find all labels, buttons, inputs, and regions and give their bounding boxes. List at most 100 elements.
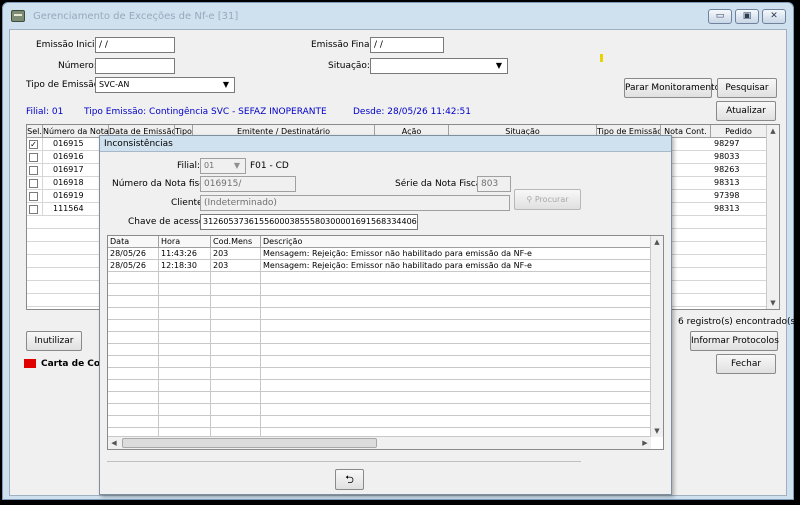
empty-cell bbox=[108, 284, 159, 296]
row-checkbox-cell[interactable]: ✓ bbox=[27, 138, 43, 151]
row-pedido: 98033 bbox=[711, 151, 767, 164]
row-checkbox[interactable]: ✓ bbox=[29, 140, 38, 149]
window-title: Gerenciamento de Exceções de Nf-e [31] bbox=[33, 11, 239, 22]
list-item[interactable]: 28/05/26 11:43:26 203 Mensagem: Rejeição… bbox=[108, 248, 651, 260]
procurar-button[interactable]: ⚲ Procurar bbox=[514, 189, 581, 210]
list-item bbox=[108, 368, 651, 380]
list-item bbox=[108, 284, 651, 296]
informar-protocolos-button[interactable]: Informar Protocolos bbox=[690, 331, 779, 351]
empty-cell bbox=[211, 404, 261, 416]
empty-cell bbox=[211, 344, 261, 356]
tipo-emissao-label: Tipo de Emissão: bbox=[26, 80, 103, 90]
empty-cell bbox=[159, 272, 211, 284]
row-pedido: 97398 bbox=[711, 190, 767, 203]
dialog-serie-field[interactable]: 803 bbox=[477, 176, 511, 192]
tipo-emissao-select[interactable]: SVC-AN ▼ bbox=[95, 77, 235, 93]
list-item[interactable]: 28/05/26 12:18:30 203 Mensagem: Rejeição… bbox=[108, 260, 651, 272]
parar-monitoramento-button[interactable]: Parar Monitoramento bbox=[624, 78, 720, 98]
numero-field[interactable] bbox=[95, 58, 175, 74]
col-descricao[interactable]: Descrição bbox=[261, 236, 651, 248]
row-checkbox[interactable] bbox=[29, 166, 38, 175]
empty-cell bbox=[159, 320, 211, 332]
empty-cell bbox=[108, 344, 159, 356]
scroll-down-icon[interactable]: ▼ bbox=[767, 297, 779, 309]
scroll-down-icon[interactable]: ▼ bbox=[651, 425, 663, 437]
empty-cell bbox=[159, 368, 211, 380]
desde-info: Desde: 28/05/26 11:42:51 bbox=[353, 107, 472, 117]
chevron-down-icon[interactable]: ▼ bbox=[493, 61, 505, 71]
row-checkbox-cell[interactable] bbox=[27, 203, 43, 216]
dialog-chave-field[interactable]: 3126053736155600038555803000016915683344… bbox=[200, 214, 418, 230]
chevron-down-icon[interactable]: ▼ bbox=[231, 161, 243, 171]
inconsistencias-grid[interactable]: Data Hora Cod.Mens Descrição 28/05/26 11… bbox=[107, 235, 664, 450]
empty-cell bbox=[159, 380, 211, 392]
row-checkbox[interactable] bbox=[29, 153, 38, 162]
emissao-inicial-field[interactable]: / / bbox=[95, 37, 175, 53]
scroll-up-icon[interactable]: ▲ bbox=[767, 125, 779, 137]
grid-scrollbar[interactable]: ▲ ▼ bbox=[766, 125, 779, 309]
empty-cell bbox=[108, 320, 159, 332]
title-bar: Gerenciamento de Exceções de Nf-e [31] ▭… bbox=[3, 3, 793, 29]
empty-cell bbox=[211, 320, 261, 332]
return-icon: ⮌ bbox=[345, 473, 354, 486]
situacao-select[interactable]: ▼ bbox=[370, 58, 508, 74]
row-pedido: 98313 bbox=[711, 177, 767, 190]
inconsistencias-header: Data Hora Cod.Mens Descrição bbox=[108, 236, 651, 248]
row-checkbox-cell[interactable] bbox=[27, 190, 43, 203]
back-button[interactable]: ⮌ bbox=[335, 469, 364, 490]
scroll-left-icon[interactable]: ◀ bbox=[108, 437, 120, 449]
row-hora: 11:43:26 bbox=[159, 248, 211, 260]
empty-cell bbox=[108, 308, 159, 320]
numero-label: Número: bbox=[58, 61, 97, 71]
filial-info: Filial: 01 bbox=[26, 107, 64, 117]
empty-cell bbox=[159, 416, 211, 428]
col-data[interactable]: Data bbox=[108, 236, 159, 248]
row-data: 28/05/26 bbox=[108, 260, 159, 272]
dialog-cliente-field[interactable]: (Indeterminado) bbox=[200, 195, 510, 211]
col-cod-mens[interactable]: Cod.Mens bbox=[211, 236, 261, 248]
inconsistencias-dialog: Inconsistências Filial: 01 ▼ F01 - CD Nú… bbox=[99, 135, 672, 495]
scroll-up-icon[interactable]: ▲ bbox=[651, 236, 663, 248]
empty-cell bbox=[108, 332, 159, 344]
col-sel[interactable]: Sel. bbox=[27, 125, 43, 138]
row-pedido: 98297 bbox=[711, 138, 767, 151]
empty-cell bbox=[159, 296, 211, 308]
empty-cell bbox=[108, 296, 159, 308]
empty-cell bbox=[211, 356, 261, 368]
inconsistencias-vscrollbar[interactable]: ▲ ▼ bbox=[650, 236, 663, 437]
row-checkbox[interactable] bbox=[29, 205, 38, 214]
dialog-nota-field[interactable]: 016915/ bbox=[200, 176, 296, 192]
scroll-right-icon[interactable]: ▶ bbox=[639, 437, 651, 449]
maximize-button[interactable]: ▣ bbox=[735, 9, 759, 24]
minimize-button[interactable]: ▭ bbox=[708, 9, 732, 24]
emissao-final-label: Emissão Final: bbox=[311, 40, 375, 50]
inconsistencias-hscrollbar[interactable]: ◀ ▶ bbox=[108, 436, 651, 449]
empty-cell bbox=[159, 392, 211, 404]
row-checkbox-cell[interactable] bbox=[27, 177, 43, 190]
procurar-label: Procurar bbox=[534, 195, 569, 204]
fechar-button[interactable]: Fechar bbox=[716, 354, 776, 374]
empty-cell bbox=[108, 272, 159, 284]
row-pedido: 98313 bbox=[711, 203, 767, 216]
list-item bbox=[108, 296, 651, 308]
atualizar-button[interactable]: Atualizar bbox=[716, 101, 776, 121]
pesquisar-button[interactable]: Pesquisar bbox=[717, 78, 777, 98]
tipo-emissao-value: SVC-AN bbox=[99, 80, 130, 89]
chevron-down-icon[interactable]: ▼ bbox=[220, 80, 232, 90]
col-pedido[interactable]: Pedido bbox=[711, 125, 767, 138]
dialog-filial-select[interactable]: 01 ▼ bbox=[200, 158, 246, 174]
row-checkbox-cell[interactable] bbox=[27, 164, 43, 177]
emissao-final-field[interactable]: / / bbox=[370, 37, 444, 53]
row-checkbox-cell[interactable] bbox=[27, 151, 43, 164]
inutilizar-button[interactable]: Inutilizar bbox=[26, 331, 82, 351]
close-button[interactable]: ✕ bbox=[762, 9, 786, 24]
col-hora[interactable]: Hora bbox=[159, 236, 211, 248]
row-checkbox[interactable] bbox=[29, 192, 38, 201]
empty-cell bbox=[211, 308, 261, 320]
list-item bbox=[108, 380, 651, 392]
empty-cell bbox=[159, 404, 211, 416]
row-checkbox[interactable] bbox=[29, 179, 38, 188]
scroll-thumb[interactable] bbox=[122, 438, 377, 448]
dialog-chave-label: Chave de acesso: bbox=[128, 217, 208, 227]
dialog-separator bbox=[107, 461, 581, 462]
